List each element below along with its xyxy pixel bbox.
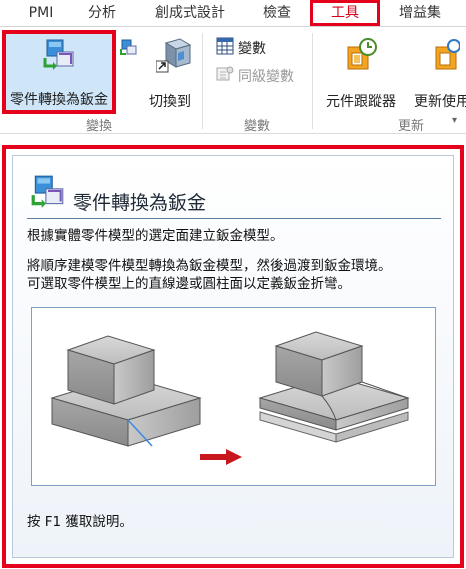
group-label-update: 更新	[398, 119, 425, 134]
update-label: 更新使用	[414, 94, 466, 110]
component-tracker-button[interactable]: 元件跟蹤器	[318, 33, 404, 117]
update-icon	[432, 37, 461, 77]
same-level-variables-label: 同級變數	[238, 69, 294, 85]
tooltip-detail-line-2: 可選取零件模型上的直線邊或圓柱面以定義鈑金折彎。	[27, 276, 351, 292]
tooltip-title: 零件轉換為鈑金	[73, 192, 207, 214]
small-convert-icon	[120, 39, 138, 61]
tab-tools[interactable]: 工具	[310, 0, 380, 26]
ribbon-divider	[202, 33, 203, 129]
tab-analysis[interactable]: 分析	[82, 0, 122, 26]
sheetmetal-drawing	[258, 331, 410, 443]
group-label-variables: 變數	[244, 119, 271, 134]
ribbon-panel: 零件轉換為鈑金 切換到 變換 變數 同級變數 變數 元件跟蹤器 更新使用 更新 …	[0, 27, 466, 134]
tooltip-help-text: 按 F1 獲取說明。	[27, 514, 133, 530]
tooltip-detail-line-1: 將順序建模零件模型轉換為鈑金模型，然後過渡到鈑金環境。	[27, 258, 392, 274]
tab-generative-design[interactable]: 創成式設計	[150, 0, 230, 26]
part-to-sheetmetal-icon	[29, 174, 67, 214]
variables-label: 變數	[238, 41, 266, 57]
switch-to-label: 切換到	[149, 94, 191, 110]
ribbon-divider	[312, 33, 313, 129]
part-to-sheetmetal-icon	[41, 38, 77, 76]
component-tracker-label: 元件跟蹤器	[326, 94, 396, 110]
tab-inspect[interactable]: 檢查	[255, 0, 299, 26]
tab-add-ins[interactable]: 增益集	[392, 0, 448, 26]
ribbon-expand-arrow-icon[interactable]: ▾	[452, 111, 457, 131]
title-divider	[27, 218, 441, 219]
component-tracker-icon	[344, 37, 378, 77]
switch-to-button[interactable]: 切換到	[120, 33, 220, 117]
variables-icon	[216, 37, 234, 61]
same-level-variables-button[interactable]: 同級變數	[216, 65, 294, 85]
ribbon-tab-bar: PMI 分析 創成式設計 檢查 工具 增益集	[0, 0, 466, 27]
group-label-convert: 變換	[86, 119, 113, 134]
variables-button[interactable]: 變數	[216, 37, 266, 57]
tab-pmi[interactable]: PMI	[22, 0, 60, 26]
tooltip-content: 零件轉換為鈑金 根據實體零件模型的選定面建立鈑金模型。 將順序建模零件模型轉換為…	[12, 155, 454, 558]
part-to-sheetmetal-button[interactable]: 零件轉換為鈑金	[2, 30, 116, 114]
same-level-variables-icon	[216, 65, 234, 89]
solid-block-drawing	[50, 335, 202, 447]
update-button[interactable]: 更新使用	[408, 33, 466, 117]
switch-to-icon	[155, 37, 194, 77]
part-to-sheetmetal-label: 零件轉換為鈑金	[10, 92, 108, 108]
tooltip-description: 根據實體零件模型的選定面建立鈑金模型。	[27, 228, 284, 244]
tooltip-panel: 零件轉換為鈑金 根據實體零件模型的選定面建立鈑金模型。 將順序建模零件模型轉換為…	[2, 145, 464, 568]
conversion-arrow-icon	[200, 449, 242, 465]
conversion-illustration	[31, 307, 436, 486]
